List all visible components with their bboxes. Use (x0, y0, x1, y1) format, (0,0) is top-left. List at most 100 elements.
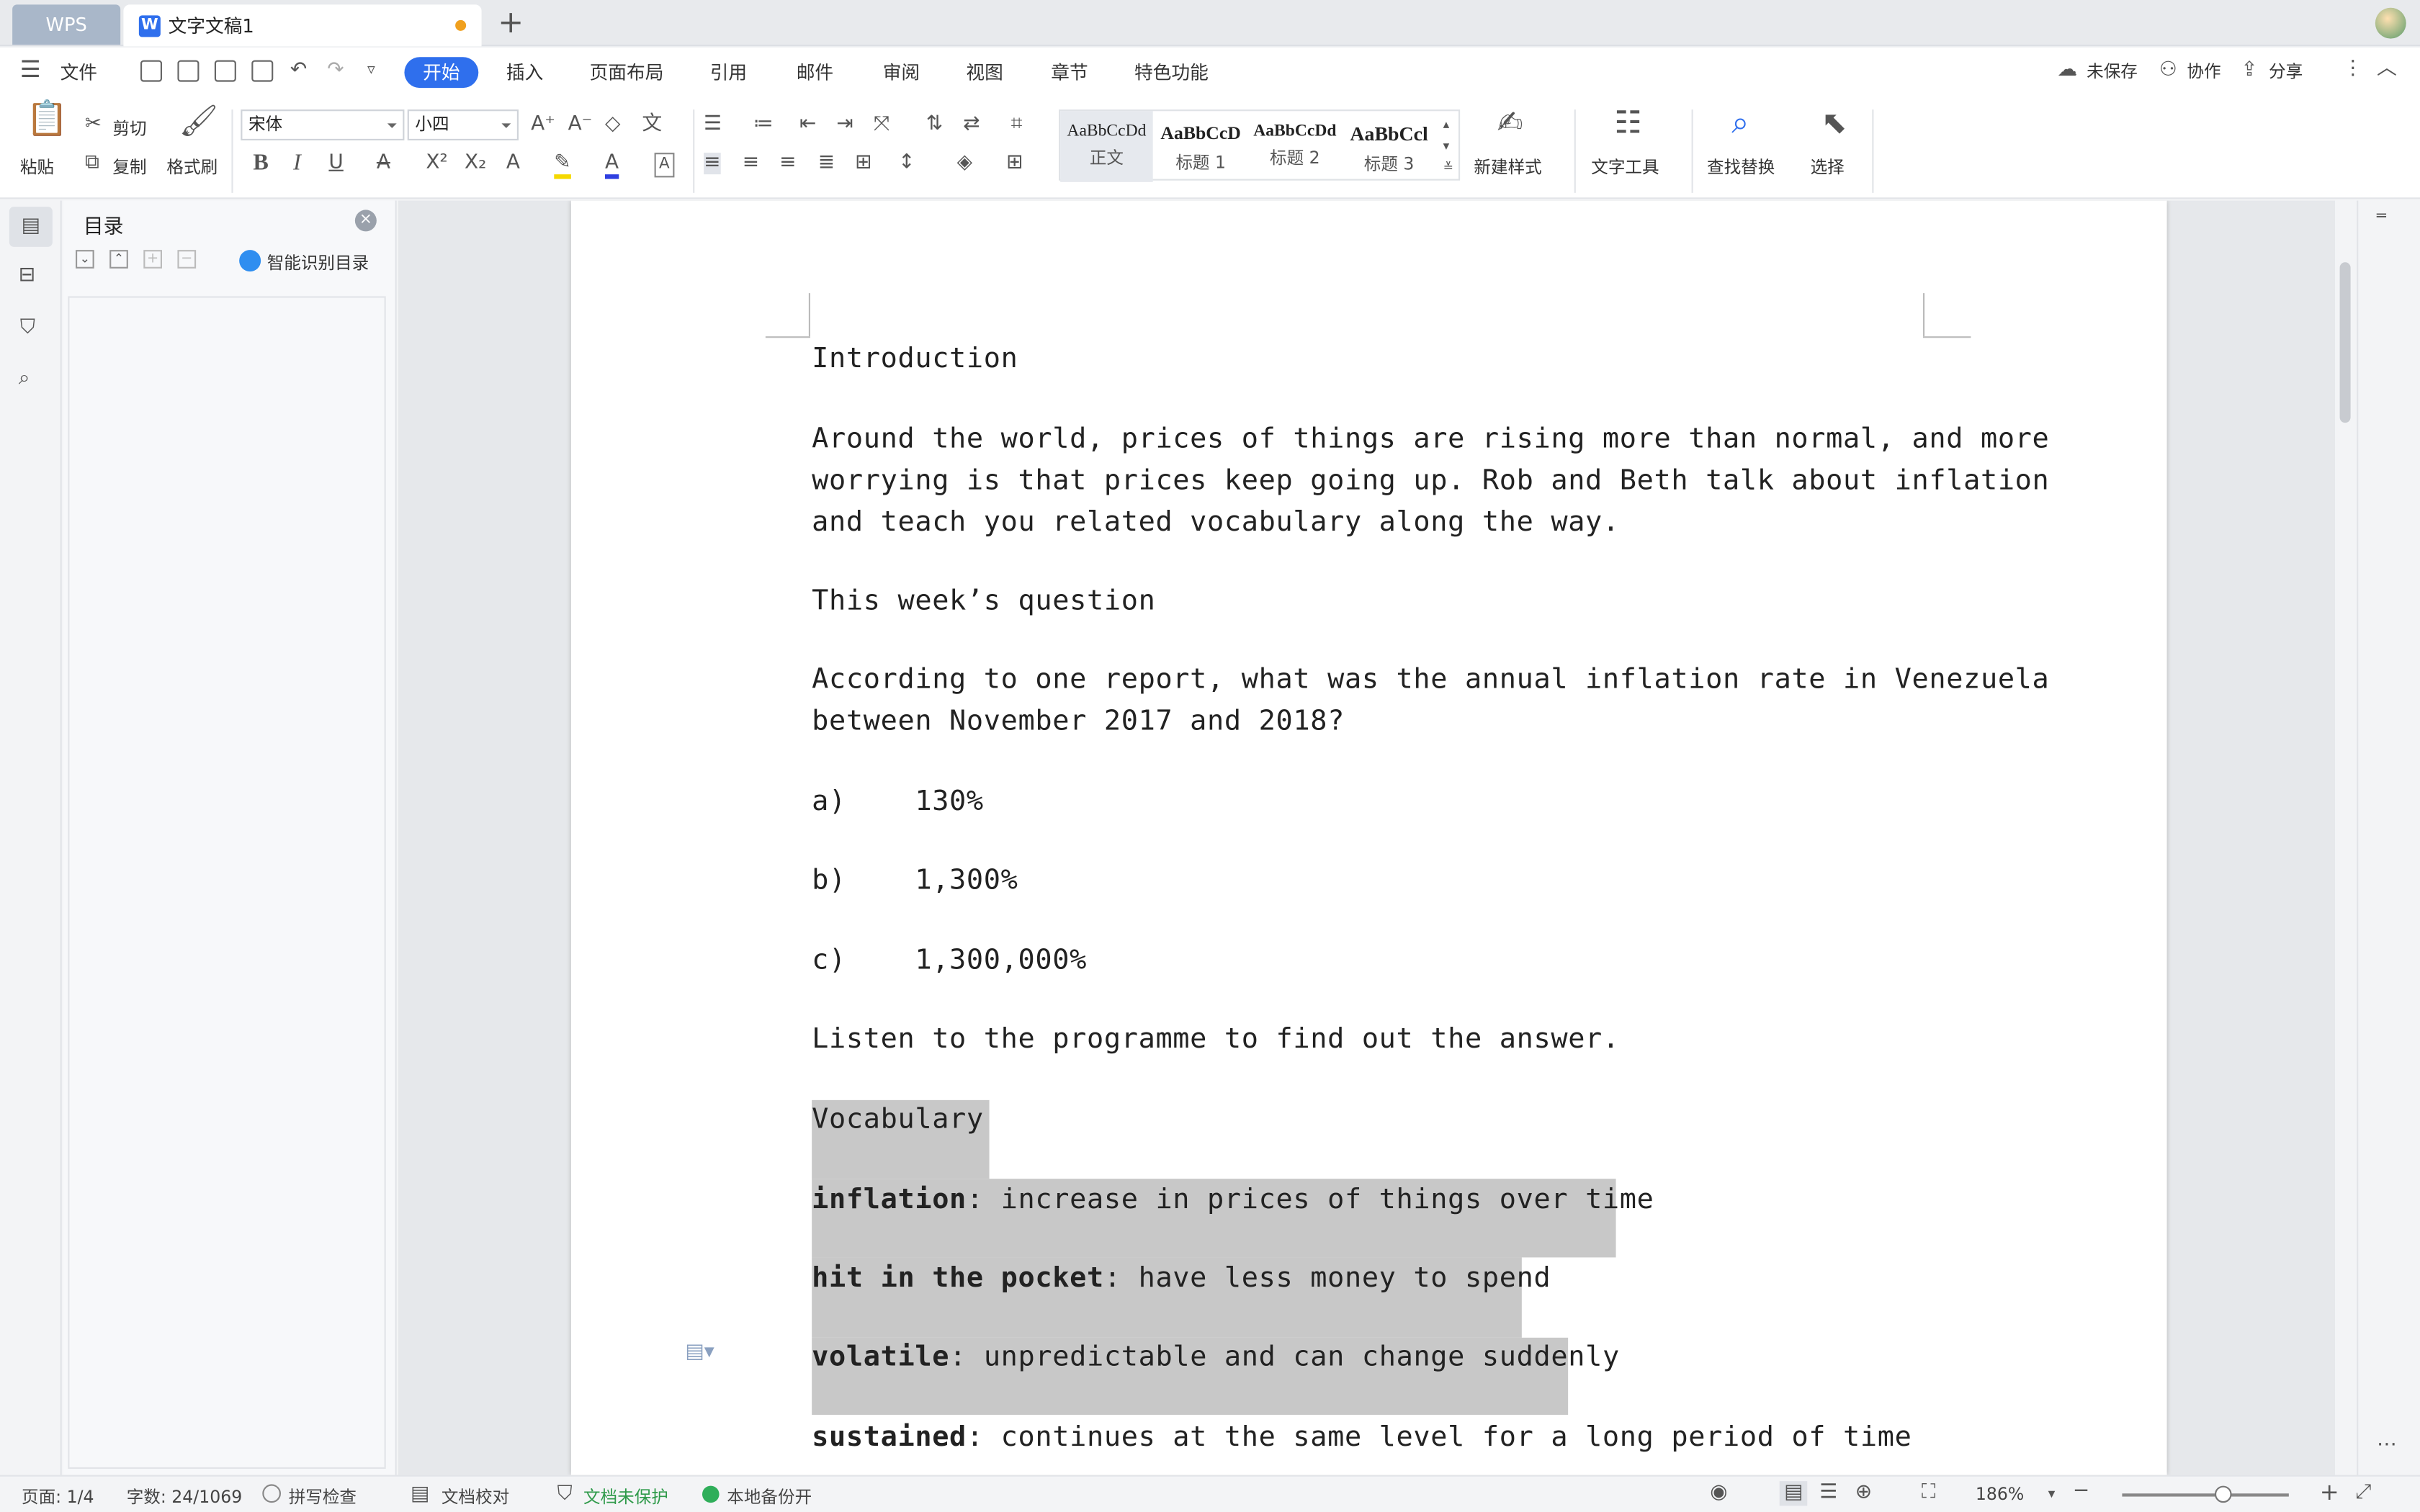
decrease-indent-icon[interactable]: ⇤ (799, 114, 816, 136)
style-scroll-down-icon[interactable]: ▾ (1443, 136, 1450, 158)
quick-access-more-icon[interactable]: ▿ (367, 60, 375, 82)
zoom-dropdown-icon[interactable]: ▾ (2048, 1484, 2056, 1506)
zoom-out-icon[interactable]: − (2073, 1480, 2089, 1503)
style-normal[interactable]: AaBbCcDd 正文 (1060, 111, 1153, 182)
web-view-icon[interactable]: ⊕ (1855, 1482, 1872, 1504)
new-tab-button[interactable]: + (494, 4, 528, 41)
word-count[interactable]: 字数: 24/1069 (127, 1484, 243, 1508)
zoom-in-icon[interactable]: + (2320, 1480, 2339, 1503)
style-scroll-up-icon[interactable]: ▴ (1443, 114, 1450, 136)
menu-mail[interactable]: 邮件 (797, 58, 833, 84)
select-button[interactable]: 选择 (1811, 154, 1845, 179)
fullscreen-icon[interactable]: ⤢ (2355, 1482, 2371, 1504)
align-right-icon[interactable]: ≡ (779, 152, 796, 174)
new-style-button[interactable]: 新建样式 (1474, 154, 1541, 179)
vertical-scrollbar[interactable] (2335, 200, 2357, 1475)
print-icon[interactable] (214, 60, 236, 82)
font-size-select[interactable]: 小四 (407, 109, 519, 140)
style-expand-icon[interactable]: ≚ (1443, 158, 1453, 179)
clear-format-icon[interactable]: ◇ (605, 114, 620, 136)
backup-status[interactable]: 本地备份开 (727, 1484, 812, 1508)
avatar[interactable] (2375, 7, 2406, 39)
format-painter-button[interactable]: 格式刷 (166, 154, 218, 179)
menu-home[interactable]: 开始 (404, 57, 479, 89)
more-icon[interactable]: ⋯ (2377, 1434, 2397, 1457)
italic-icon[interactable]: I (293, 152, 301, 175)
underline-icon[interactable]: U (328, 152, 343, 174)
numbered-list-icon[interactable]: ≔ (753, 114, 774, 136)
expand-all-icon[interactable]: ⌄ (76, 250, 94, 269)
demote-icon[interactable]: − (177, 250, 197, 269)
copy-button[interactable]: 复制 (112, 154, 146, 179)
style-heading2[interactable]: AaBbCcDd 标题 2 (1249, 111, 1342, 182)
page-indicator[interactable]: 页面: 1/4 (22, 1484, 94, 1508)
print-preview-icon[interactable] (251, 60, 274, 82)
page-view-icon[interactable]: ▤ (1779, 1481, 1808, 1506)
style-heading3[interactable]: AaBbCcl 标题 3 (1343, 111, 1435, 182)
chapter-nav-icon[interactable]: ⊟ (19, 264, 35, 287)
strikethrough-icon[interactable]: A (377, 152, 390, 174)
collapse-ribbon-icon[interactable]: ︿ (2377, 58, 2397, 80)
align-center-icon[interactable]: ≡ (743, 152, 759, 174)
export-pdf-icon[interactable] (177, 60, 200, 82)
align-left-icon[interactable]: ≡ (704, 152, 721, 175)
bullet-list-icon[interactable]: ☰ (704, 114, 722, 136)
cut-button[interactable]: 剪切 (112, 116, 146, 140)
menu-view[interactable]: 视图 (966, 58, 1003, 84)
share-button[interactable]: 分享 (2269, 58, 2303, 83)
proofread-button[interactable]: 文档校对 (442, 1484, 509, 1508)
smart-toc-button[interactable]: 智能识别目录 (267, 250, 369, 274)
zoom-slider-handle[interactable] (2215, 1485, 2232, 1503)
sort-icon[interactable]: ⇅ (926, 114, 943, 136)
highlight-icon[interactable]: ✎ (554, 152, 571, 179)
hamburger-menu-icon[interactable]: ☰ (20, 58, 41, 81)
menu-insert[interactable]: 插入 (506, 58, 543, 84)
distribute-icon[interactable]: ⊞ (855, 152, 871, 174)
tab-document[interactable]: W 文字文稿1 (123, 4, 482, 47)
tab-wps[interactable]: WPS (12, 4, 121, 45)
document-page[interactable]: Introduction Around the world, prices of… (570, 200, 2167, 1475)
paste-icon[interactable]: 📋 (26, 102, 68, 136)
justify-icon[interactable]: ≣ (818, 152, 835, 174)
collab-button[interactable]: 协作 (2187, 58, 2220, 83)
menu-page-layout[interactable]: 页面布局 (590, 58, 664, 84)
protection-status[interactable]: 文档未保护 (583, 1484, 668, 1508)
menu-file[interactable]: 文件 (60, 58, 97, 84)
pinyin-icon[interactable]: 文 (642, 114, 662, 136)
bold-icon[interactable]: B (253, 152, 268, 175)
paragraph-handle-icon[interactable]: ▤▾ (685, 1341, 714, 1364)
font-color-icon[interactable]: A (605, 152, 619, 179)
text-direction-icon[interactable]: ⇄ (963, 114, 980, 136)
increase-indent-icon[interactable]: ⇥ (836, 114, 853, 136)
style-heading1[interactable]: AaBbCcD 标题 1 (1155, 111, 1247, 182)
paste-button[interactable]: 粘贴 (20, 154, 54, 179)
collapse-all-icon[interactable]: ⌃ (109, 250, 128, 269)
menu-references[interactable]: 引用 (710, 58, 747, 84)
borders-icon[interactable]: ⊞ (1006, 152, 1023, 174)
font-name-select[interactable]: 宋体 (241, 109, 405, 140)
find-replace-button[interactable]: 查找替换 (1707, 154, 1775, 179)
spell-check-button[interactable]: 拼写检查 (289, 1484, 357, 1508)
subscript-icon[interactable]: X₂ (465, 152, 486, 174)
zoom-slider[interactable] (2122, 1493, 2289, 1497)
text-effect-icon[interactable]: A (506, 152, 520, 174)
outline-view-icon[interactable]: ☰ (1819, 1482, 1837, 1504)
menu-features[interactable]: 特色功能 (1134, 58, 1209, 84)
more-icon[interactable]: ⋮ (2343, 58, 2363, 80)
side-panel-toggle-icon[interactable]: ═ (2377, 207, 2386, 228)
bookmark-icon[interactable]: ⛉ (20, 317, 35, 339)
undo-icon[interactable]: ↶ (290, 59, 307, 82)
scrollbar-thumb[interactable] (2339, 262, 2351, 423)
show-marks-icon[interactable]: ⌗ (1011, 114, 1023, 136)
line-spacing-icon[interactable]: ↕ (898, 152, 915, 174)
char-border-icon[interactable]: A (654, 153, 675, 178)
toc-panel-icon[interactable]: ▤ (9, 207, 53, 247)
save-icon[interactable] (140, 60, 162, 82)
close-icon[interactable]: × (354, 210, 377, 232)
superscript-icon[interactable]: X² (426, 152, 447, 174)
zoom-level[interactable]: 186% (1976, 1484, 2024, 1504)
menu-review[interactable]: 审阅 (883, 58, 920, 84)
text-tools-button[interactable]: 文字工具 (1591, 154, 1659, 179)
menu-chapter[interactable]: 章节 (1051, 58, 1088, 84)
eye-protect-icon[interactable]: ◉ (1710, 1482, 1727, 1504)
